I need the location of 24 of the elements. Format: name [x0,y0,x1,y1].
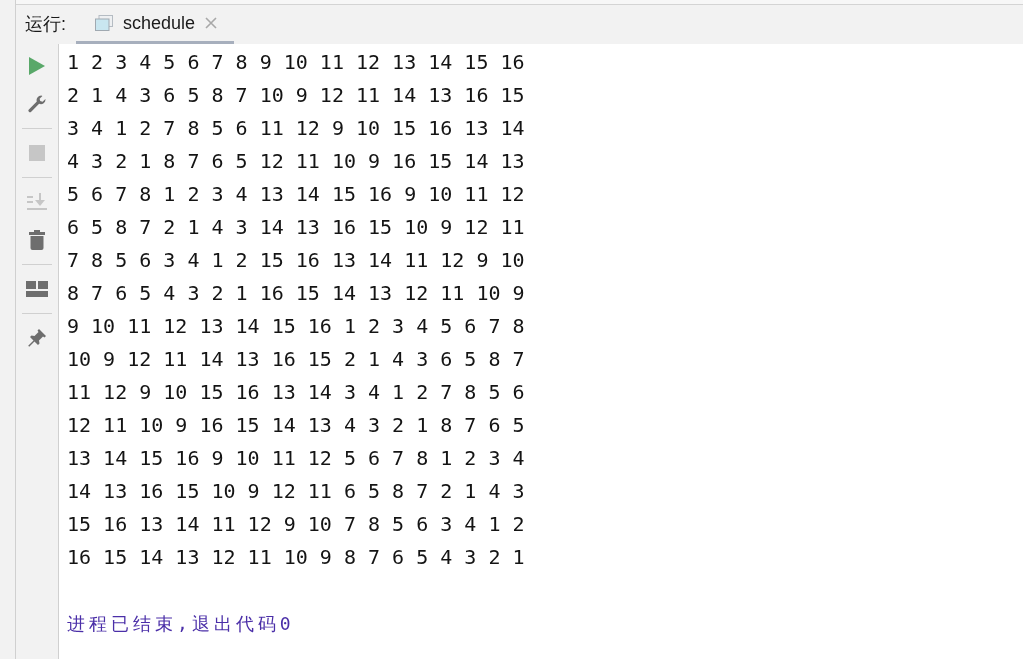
console-line: 3 4 1 2 7 8 5 6 11 12 9 10 15 16 13 14 [67,115,525,142]
console-line: 12 11 10 9 16 15 14 13 4 3 2 1 8 7 6 5 [67,412,525,439]
console-line: 9 10 11 12 13 14 15 16 1 2 3 4 5 6 7 8 [67,313,525,340]
pin-icon[interactable] [28,329,46,347]
console-line: 5 6 7 8 1 2 3 4 13 14 15 16 9 10 11 12 [67,181,525,208]
trash-icon[interactable] [29,230,45,250]
console-line: 16 15 14 13 12 11 10 9 8 7 6 5 4 3 2 1 [67,544,525,571]
console-line: 13 14 15 16 9 10 11 12 5 6 7 8 1 2 3 4 [67,445,525,472]
console-line: 8 7 6 5 4 3 2 1 16 15 14 13 12 11 10 9 [67,280,525,307]
console-line: 2 1 4 3 6 5 8 7 10 9 12 11 14 13 16 15 [67,82,525,109]
run-label: 运行: [25,13,66,36]
console-line: 1 2 3 4 5 6 7 8 9 10 11 12 13 14 15 16 [67,49,525,76]
console-line: 11 12 9 10 15 16 13 14 3 4 1 2 7 8 5 6 [67,379,525,406]
console-line: 10 9 12 11 14 13 16 15 2 1 4 3 6 5 8 7 [67,346,525,373]
layout-icon[interactable] [26,281,48,297]
exit-message: 进程已结束,退出代码0 [67,612,295,636]
console-line: 6 5 8 7 2 1 4 3 14 13 16 15 10 9 12 11 [67,214,525,241]
play-icon[interactable] [29,57,45,75]
console-line: 15 16 13 14 11 12 9 10 7 8 5 6 3 4 1 2 [67,511,525,538]
console-line: 4 3 2 1 8 7 6 5 12 11 10 9 16 15 14 13 [67,148,525,175]
wrench-icon[interactable] [28,95,46,113]
console-line: 14 13 16 15 10 9 12 11 6 5 8 7 2 1 4 3 [67,478,525,505]
window-icon [95,15,113,31]
console-line: 7 8 5 6 3 4 1 2 15 16 13 14 11 12 9 10 [67,247,525,274]
